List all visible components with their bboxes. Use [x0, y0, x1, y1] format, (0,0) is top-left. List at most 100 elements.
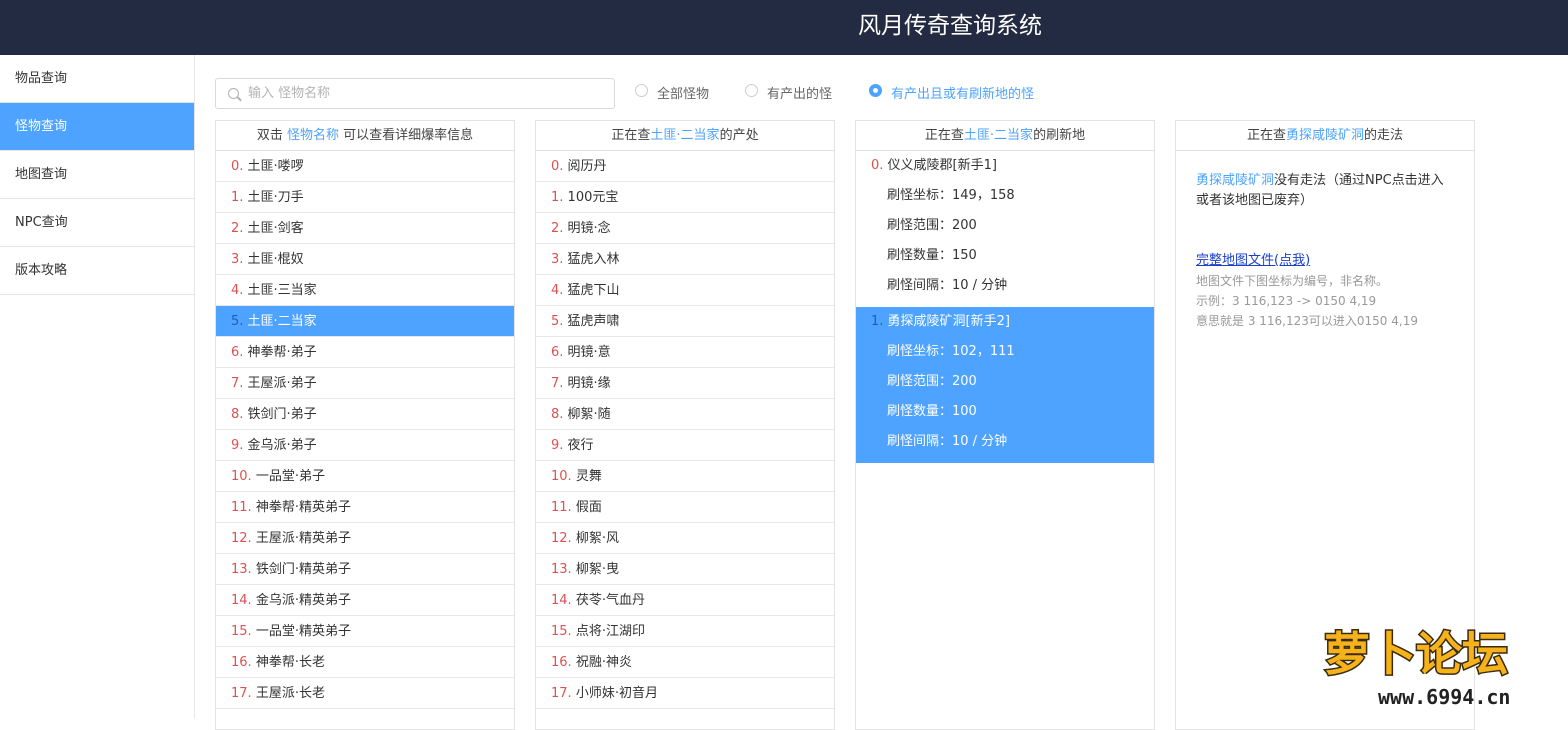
row-name: 神拳帮·精英弟子 — [255, 500, 351, 515]
route-note-3: 意思就是 3 116,123可以进入0150 4,19 — [1196, 314, 1418, 328]
row-index: 7. — [231, 376, 244, 391]
drop-row[interactable]: 12. 柳絮·风 — [536, 523, 834, 554]
drop-row[interactable]: 0. 阅历丹 — [536, 151, 834, 182]
row-name: 猛虎声啸 — [567, 314, 620, 329]
drop-list: 0. 阅历丹 1. 100元宝 2. 明镜·念 3. 猛虎入林 4. 猛虎下山 5. 猛虎… — [536, 151, 834, 709]
row-name: 小师妹·初音月 — [575, 686, 658, 701]
row-index: 11. — [231, 500, 252, 515]
sidebar-item-monster-query[interactable]: 怪物查询 — [0, 103, 194, 151]
row-index: 5. — [231, 314, 244, 329]
drop-row[interactable]: 10. 灵舞 — [536, 461, 834, 492]
spawn-range: 刷怪范围：200 — [887, 374, 977, 389]
row-name: 金乌派·精英弟子 — [255, 593, 351, 608]
monster-row[interactable]: 17. 王屋派·长老 — [216, 678, 514, 709]
row-name: 柳絮·风 — [575, 531, 619, 546]
spawn-panel-header: 正在查土匪·二当家的刷新地 — [856, 121, 1154, 151]
drop-row[interactable]: 11. 假面 — [536, 492, 834, 523]
page-title: 风月传奇查询系统 — [858, 13, 1042, 39]
monster-row[interactable]: 5. 土匪·二当家 — [216, 306, 514, 337]
spawn-map-name: 勇探咸陵矿洞[新手2] — [887, 314, 1010, 329]
drop-row[interactable]: 14. 茯苓·气血丹 — [536, 585, 834, 616]
row-name: 铁剑门·弟子 — [247, 407, 317, 422]
drop-row[interactable]: 5. 猛虎声啸 — [536, 306, 834, 337]
header-map-link[interactable]: 勇探咸陵矿洞 — [1286, 128, 1364, 143]
sidebar-item-npc-query[interactable]: NPC查询 — [0, 199, 194, 247]
row-index: 2. — [551, 221, 564, 236]
drop-row[interactable]: 2. 明镜·念 — [536, 213, 834, 244]
row-index: 3. — [231, 252, 244, 267]
map-name-link[interactable]: 勇探咸陵矿洞 — [1196, 173, 1274, 188]
drop-row[interactable]: 4. 猛虎下山 — [536, 275, 834, 306]
monster-panel-header: 双击 怪物名称 可以查看详细爆率信息 — [216, 121, 514, 151]
drop-row[interactable]: 1. 100元宝 — [536, 182, 834, 213]
row-name: 100元宝 — [567, 190, 619, 205]
row-index: 0. — [231, 159, 244, 174]
monster-row[interactable]: 13. 铁剑门·精英弟子 — [216, 554, 514, 585]
row-index: 2. — [231, 221, 244, 236]
monster-row[interactable]: 14. 金乌派·精英弟子 — [216, 585, 514, 616]
drop-row[interactable]: 17. 小师妹·初音月 — [536, 678, 834, 709]
drop-row[interactable]: 6. 明镜·意 — [536, 337, 834, 368]
header-text: 正在查 — [1246, 128, 1286, 143]
row-name: 柳絮·曳 — [575, 562, 619, 577]
drop-row[interactable]: 7. 明镜·缘 — [536, 368, 834, 399]
monster-row[interactable]: 8. 铁剑门·弟子 — [216, 399, 514, 430]
row-name: 土匪·二当家 — [247, 314, 317, 329]
monster-row[interactable]: 12. 王屋派·精英弟子 — [216, 523, 514, 554]
monster-row[interactable]: 4. 土匪·三当家 — [216, 275, 514, 306]
monster-row[interactable]: 3. 土匪·棍奴 — [216, 244, 514, 275]
sidebar-item-version-guide[interactable]: 版本攻略 — [0, 247, 194, 295]
row-index: 17. — [551, 686, 572, 701]
spawn-interval: 刷怪间隔：10 / 分钟 — [887, 434, 1008, 449]
row-index: 12. — [551, 531, 572, 546]
drop-row[interactable]: 9. 夜行 — [536, 430, 834, 461]
monster-list: 0. 土匪·喽啰 1. 土匪·刀手 2. 土匪·剑客 3. 土匪·棍奴 4. 土匪·三当… — [216, 151, 514, 709]
top-header-bar: 风月传奇查询系统 — [0, 0, 1568, 55]
full-map-file-link[interactable]: 完整地图文件(点我) — [1196, 251, 1310, 271]
monster-search-input[interactable] — [248, 79, 608, 108]
spawn-map-name: 仪义咸陵郡[新手1] — [887, 158, 997, 173]
drop-row[interactable]: 15. 点将·江湖印 — [536, 616, 834, 647]
monster-row[interactable]: 9. 金乌派·弟子 — [216, 430, 514, 461]
spawn-range: 刷怪范围：200 — [887, 218, 977, 233]
drop-row[interactable]: 16. 祝融·神炎 — [536, 647, 834, 678]
row-index: 10. — [551, 469, 572, 484]
sidebar-item-item-query[interactable]: 物品查询 — [0, 55, 194, 103]
drop-row[interactable]: 3. 猛虎入林 — [536, 244, 834, 275]
monster-row[interactable]: 7. 王屋派·弟子 — [216, 368, 514, 399]
row-index: 6. — [551, 345, 564, 360]
monster-row[interactable]: 6. 神拳帮·弟子 — [216, 337, 514, 368]
monster-row[interactable]: 2. 土匪·剑客 — [216, 213, 514, 244]
monster-row[interactable]: 10. 一品堂·弟子 — [216, 461, 514, 492]
spawn-entry[interactable]: 0. 仪义咸陵郡[新手1] 刷怪坐标：149，158 刷怪范围：200 刷怪数量：15… — [856, 151, 1154, 307]
monster-row[interactable]: 0. 土匪·喽啰 — [216, 151, 514, 182]
row-name: 明镜·念 — [567, 221, 611, 236]
row-name: 土匪·棍奴 — [247, 252, 304, 267]
spawn-entry[interactable]: 1. 勇探咸陵矿洞[新手2] 刷怪坐标：102，111 刷怪范围：200 刷怪数量：1… — [856, 307, 1154, 463]
route-body: 勇探咸陵矿洞没有走法（通过NPC点击进入或者该地图已废弃） 完整地图文件(点我)… — [1176, 151, 1474, 331]
monster-row[interactable]: 11. 神拳帮·精英弟子 — [216, 492, 514, 523]
row-name: 铁剑门·精英弟子 — [255, 562, 351, 577]
site-watermark-logo: 萝卜论坛 www.6994.cn — [1323, 626, 1511, 710]
row-index: 16. — [231, 655, 252, 670]
spawn-count: 刷怪数量：150 — [887, 248, 977, 263]
row-index: 6. — [231, 345, 244, 360]
monster-row[interactable]: 15. 一品堂·精英弟子 — [216, 616, 514, 647]
sidebar-nav: 物品查询 怪物查询 地图查询 NPC查询 版本攻略 — [0, 55, 195, 719]
route-note-1: 地图文件下图坐标为编号，非名称。 — [1196, 274, 1389, 288]
row-name: 猛虎入林 — [567, 252, 620, 267]
spawn-coord: 刷怪坐标：102，111 — [887, 344, 1015, 359]
sidebar-item-map-query[interactable]: 地图查询 — [0, 151, 194, 199]
header-text: 正在查 — [611, 128, 651, 143]
monster-row[interactable]: 16. 神拳帮·长老 — [216, 647, 514, 678]
header-monster-link[interactable]: 土匪·二当家 — [650, 128, 719, 143]
filter-label: 有产出的怪 — [767, 87, 833, 102]
row-name: 土匪·三当家 — [247, 283, 317, 298]
drop-row[interactable]: 13. 柳絮·曳 — [536, 554, 834, 585]
radio-selected-icon — [869, 84, 882, 97]
monster-row[interactable]: 1. 土匪·刀手 — [216, 182, 514, 213]
header-monster-link[interactable]: 土匪·二当家 — [964, 128, 1033, 143]
row-index: 1. — [871, 314, 884, 329]
row-name: 阅历丹 — [567, 159, 607, 174]
drop-row[interactable]: 8. 柳絮·随 — [536, 399, 834, 430]
